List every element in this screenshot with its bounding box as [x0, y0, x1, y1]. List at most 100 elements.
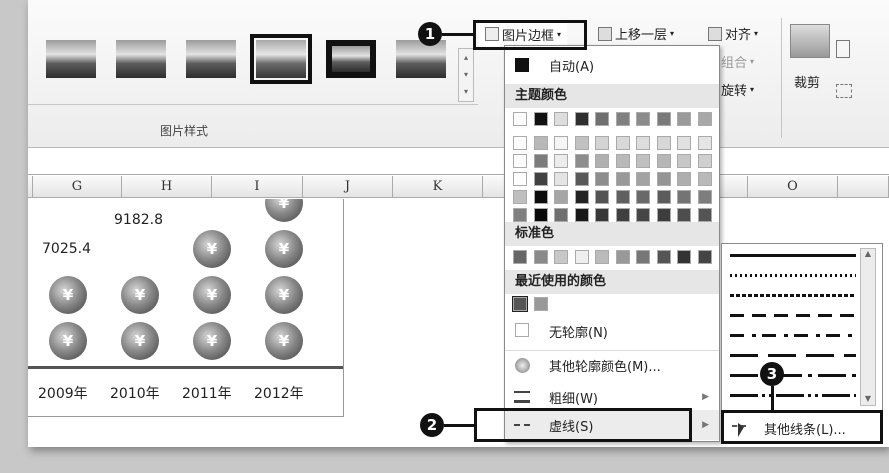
picture-style-thumbnail-1[interactable] [46, 40, 96, 78]
theme-color-swatch[interactable] [554, 172, 568, 186]
more-outline-colors-item[interactable]: 其他轮廓颜色(M)... [505, 350, 719, 380]
theme-color-swatch[interactable] [533, 154, 548, 168]
theme-color-swatch[interactable] [595, 208, 609, 222]
picture-style-thumbnail-2[interactable] [116, 40, 166, 78]
coin-bar-chart[interactable]: ¥¥2009年7025.4¥¥2010年9182.8¥¥¥2011年11842¥… [28, 199, 344, 417]
theme-color-swatch[interactable] [574, 172, 589, 186]
dash-style-round-dot[interactable] [730, 274, 856, 277]
theme-color-swatch[interactable] [697, 172, 712, 186]
theme-color-swatch[interactable] [636, 154, 650, 168]
theme-color-swatch[interactable] [697, 112, 712, 126]
theme-color-swatch[interactable] [636, 208, 650, 222]
standard-color-swatch[interactable] [697, 250, 712, 264]
theme-color-swatch[interactable] [595, 190, 609, 204]
theme-color-swatch[interactable] [533, 208, 548, 222]
theme-color-swatch[interactable] [677, 154, 691, 168]
theme-color-swatch[interactable] [636, 136, 650, 150]
standard-color-swatch[interactable] [595, 250, 609, 264]
theme-color-swatch[interactable] [533, 190, 548, 204]
theme-color-swatch[interactable] [656, 172, 671, 186]
theme-color-swatch[interactable] [595, 154, 609, 168]
crop-button[interactable]: 裁剪 [794, 72, 820, 91]
theme-color-swatch[interactable] [615, 112, 630, 126]
standard-color-swatch[interactable] [513, 250, 527, 264]
column-header-h[interactable]: H [122, 176, 212, 198]
picture-style-thumbnail-5[interactable] [326, 40, 376, 78]
column-header-k[interactable]: K [393, 176, 483, 198]
standard-color-swatch[interactable] [533, 250, 548, 264]
theme-color-swatch[interactable] [636, 190, 650, 204]
column-header-partial-right[interactable] [838, 176, 889, 198]
column-header-g[interactable]: G [33, 176, 122, 198]
theme-color-swatch[interactable] [677, 112, 691, 126]
gallery-scroll-buttons[interactable]: ▴ ▾ ▾ [458, 48, 474, 102]
dash-style-dash[interactable] [730, 314, 856, 317]
theme-color-swatch[interactable] [554, 154, 568, 168]
theme-color-swatch[interactable] [574, 136, 589, 150]
theme-color-swatch[interactable] [533, 112, 548, 126]
standard-color-swatch[interactable] [574, 250, 589, 264]
more-lines-item[interactable]: 其他线条(L)... [721, 410, 883, 444]
theme-color-swatch[interactable] [636, 112, 650, 126]
theme-color-swatch[interactable] [554, 136, 568, 150]
dash-style-dash-dot[interactable] [730, 334, 856, 337]
theme-color-swatch[interactable] [697, 190, 712, 204]
theme-color-swatch[interactable] [656, 190, 671, 204]
scroll-up-icon[interactable]: ▲ [861, 249, 875, 258]
theme-color-swatch[interactable] [513, 136, 527, 150]
theme-color-swatch[interactable] [554, 190, 568, 204]
theme-color-swatch[interactable] [513, 172, 527, 186]
theme-color-swatch[interactable] [533, 136, 548, 150]
picture-style-thumbnail-6[interactable] [396, 40, 446, 78]
standard-color-swatch[interactable] [554, 250, 568, 264]
column-header-j[interactable]: J [303, 176, 393, 198]
auto-color-item[interactable]: 自动(A) [505, 50, 719, 80]
standard-color-swatch[interactable] [656, 250, 671, 264]
theme-color-swatch[interactable] [615, 172, 630, 186]
theme-color-swatch[interactable] [574, 208, 589, 222]
standard-color-swatch[interactable] [677, 250, 691, 264]
formula-bar[interactable] [28, 150, 889, 175]
theme-color-swatch[interactable] [677, 172, 691, 186]
theme-color-swatch[interactable] [677, 136, 691, 150]
bring-forward-button[interactable]: 上移一层 ▾ [598, 24, 674, 43]
theme-color-swatch[interactable] [677, 208, 691, 222]
theme-color-swatch[interactable] [697, 136, 712, 150]
theme-color-swatch[interactable] [656, 112, 671, 126]
picture-style-thumbnail-3[interactable] [186, 40, 236, 78]
theme-color-swatch[interactable] [554, 208, 568, 222]
theme-color-swatch[interactable] [656, 136, 671, 150]
no-outline-item[interactable]: 无轮廓(N) [505, 316, 719, 346]
dash-style-long-dash[interactable] [730, 354, 856, 357]
align-button[interactable]: 对齐 ▾ [708, 24, 758, 43]
theme-color-swatch[interactable] [513, 208, 527, 222]
dash-style-solid[interactable] [730, 254, 856, 257]
theme-color-swatch[interactable] [656, 208, 671, 222]
dash-style-long-dash-dot-dot[interactable] [730, 394, 856, 397]
theme-color-swatch[interactable] [615, 154, 630, 168]
recent-color-swatch[interactable] [512, 296, 528, 312]
theme-color-swatch[interactable] [574, 190, 589, 204]
theme-color-swatch[interactable] [615, 208, 630, 222]
theme-color-swatch[interactable] [595, 112, 609, 126]
theme-color-swatch[interactable] [697, 208, 712, 222]
theme-color-swatch[interactable] [554, 112, 568, 126]
theme-color-swatch[interactable] [533, 172, 548, 186]
standard-color-swatch[interactable] [615, 250, 630, 264]
theme-color-swatch[interactable] [513, 190, 527, 204]
column-header-i[interactable]: I [212, 176, 303, 198]
theme-color-swatch[interactable] [636, 172, 650, 186]
column-header-o[interactable]: O [748, 176, 838, 198]
theme-color-swatch[interactable] [656, 154, 671, 168]
theme-color-swatch[interactable] [574, 112, 589, 126]
theme-color-swatch[interactable] [513, 112, 527, 126]
theme-color-swatch[interactable] [595, 136, 609, 150]
recent-color-swatch[interactable] [533, 297, 548, 311]
picture-style-thumbnail-4[interactable] [250, 34, 312, 84]
theme-color-swatch[interactable] [595, 172, 609, 186]
dash-style-square-dot[interactable] [730, 294, 856, 297]
submenu-scrollbar[interactable]: ▲ ▼ [860, 248, 876, 406]
dash-style-long-dash-dot[interactable] [730, 374, 856, 377]
theme-color-swatch[interactable] [697, 154, 712, 168]
standard-color-swatch[interactable] [636, 250, 650, 264]
